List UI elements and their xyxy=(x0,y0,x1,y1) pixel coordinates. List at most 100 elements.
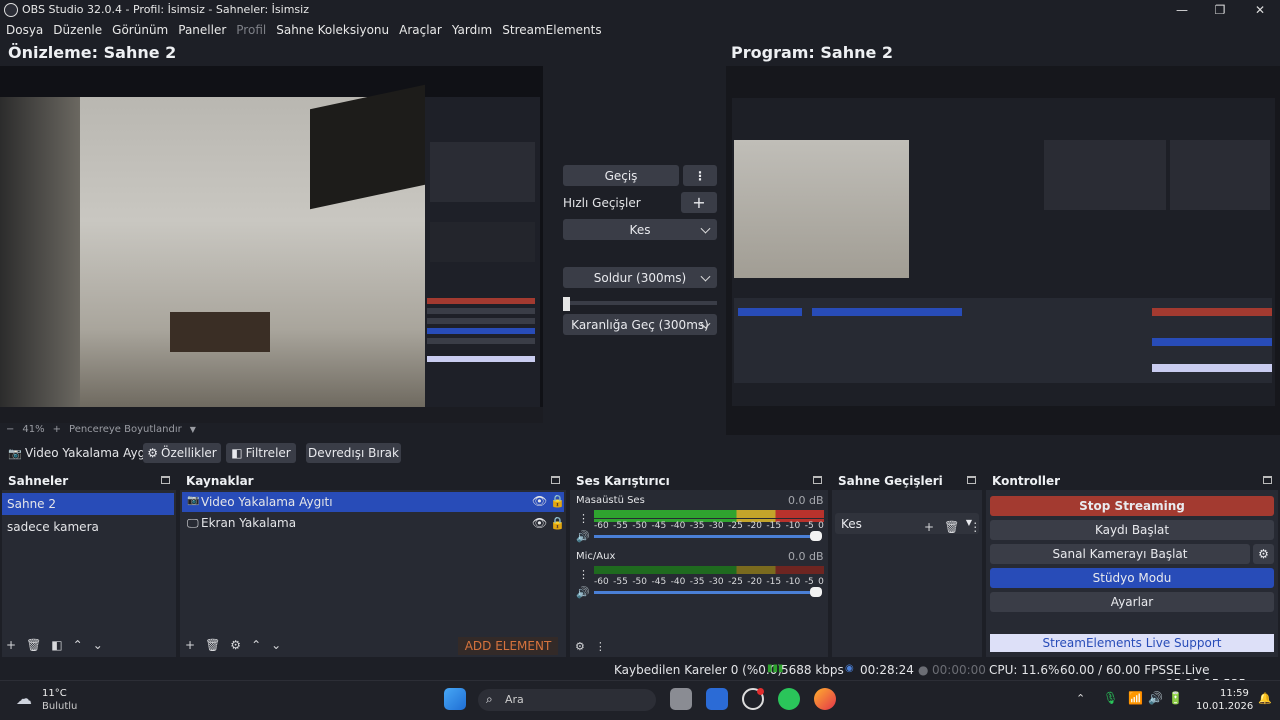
add-source-icon[interactable]: + xyxy=(185,638,195,652)
menu-edit[interactable]: Düzenle xyxy=(53,20,102,40)
clock-time[interactable]: 11:59 xyxy=(1220,688,1249,699)
popout-icon[interactable] xyxy=(813,476,822,484)
scene-item[interactable]: Sahne 2 xyxy=(2,493,174,515)
status-bar: Kaybedilen Kareler 0 (%0.0) ▮▮▮ 5688 kbp… xyxy=(0,660,1280,691)
properties-button[interactable]: ⚙ Özellikler xyxy=(143,443,221,463)
transition-menu-button[interactable]: ⋮ xyxy=(683,165,717,186)
menu-file[interactable]: Dosya xyxy=(6,20,43,40)
windows-start-icon[interactable] xyxy=(444,688,466,710)
volume-icon[interactable]: 🔊 xyxy=(1148,691,1163,705)
lock-icon[interactable]: 🔒 xyxy=(550,516,565,530)
lock-icon[interactable]: 🔒 xyxy=(550,494,565,508)
start-recording-button[interactable]: Kaydı Başlat xyxy=(990,520,1274,540)
add-quick-transition-button[interactable]: + xyxy=(681,192,717,213)
popout-icon[interactable] xyxy=(1263,476,1272,484)
gear-icon[interactable]: ⚙ xyxy=(230,638,241,652)
wifi-icon[interactable]: 📶 xyxy=(1128,691,1143,705)
gear-icon[interactable]: ⚙ xyxy=(1253,544,1274,564)
visibility-eye-icon[interactable]: 👁 xyxy=(532,494,547,508)
transitions-dock-title: Sahne Geçişleri xyxy=(832,472,982,490)
add-element-button[interactable]: ADD ELEMENT xyxy=(458,637,558,655)
tbar-handle[interactable] xyxy=(563,297,570,311)
search-box[interactable]: ⌕ Ara xyxy=(478,689,656,711)
scene-item[interactable]: sadece kamera xyxy=(2,516,174,538)
visibility-eye-icon[interactable]: 👁 xyxy=(532,516,547,530)
volume-slider[interactable] xyxy=(594,591,820,594)
menu-streamelements[interactable]: StreamElements xyxy=(502,20,601,40)
move-up-icon[interactable]: ⌃ xyxy=(251,638,261,652)
advanced-audio-icon[interactable]: ⚙ xyxy=(575,640,585,653)
remove-source-icon[interactable]: 🗑 xyxy=(205,638,220,652)
notification-icon[interactable]: 🔔 xyxy=(1258,692,1272,705)
cpu-usage: CPU: 11.6% xyxy=(989,663,1060,677)
menu-docks[interactable]: Paneller xyxy=(178,20,226,40)
deactivate-button[interactable]: Devredışı Bırak xyxy=(306,443,401,463)
tbar-slider[interactable] xyxy=(563,301,717,305)
search-icon: ⌕ xyxy=(486,692,493,706)
stop-streaming-button[interactable]: Stop Streaming xyxy=(990,496,1274,516)
virtual-camera-button[interactable]: Sanal Kamerayı Başlat xyxy=(990,544,1250,564)
whatsapp-icon[interactable] xyxy=(778,688,800,710)
move-down-icon[interactable]: ⌄ xyxy=(93,638,103,652)
camera-icon: 📷 xyxy=(187,495,200,506)
maximize-icon[interactable]: ❐ xyxy=(1200,0,1240,20)
speaker-icon[interactable]: 🔊 xyxy=(576,530,590,543)
mixer-menu-icon[interactable]: ⋮ xyxy=(595,640,606,653)
remove-scene-icon[interactable]: 🗑 xyxy=(26,638,41,652)
add-transition-icon[interactable]: + xyxy=(924,520,934,534)
preview-canvas[interactable] xyxy=(0,66,543,423)
speaker-icon[interactable]: 🔊 xyxy=(576,586,590,599)
record-time: 00:00:00 xyxy=(932,663,986,677)
studio-mode-button[interactable]: Stüdyo Modu xyxy=(990,568,1274,588)
chevron-down-icon[interactable]: ▼ xyxy=(190,425,196,434)
scenes-dock: Sahneler Sahne 2 sadece kamera + 🗑 ◧ ⌃ ⌄ xyxy=(2,472,176,657)
menu-tools[interactable]: Araçlar xyxy=(399,20,442,40)
menu-view[interactable]: Görünüm xyxy=(112,20,168,40)
firefox-icon[interactable] xyxy=(814,688,836,710)
move-down-icon[interactable]: ⌄ xyxy=(271,638,281,652)
preview-zoom-bar: − 41% + Pencereye Boyutlandır ▼ xyxy=(6,424,196,435)
popout-icon[interactable] xyxy=(161,476,170,484)
filters-button[interactable]: ◧ Filtreler xyxy=(226,443,296,463)
close-icon[interactable]: ✕ xyxy=(1240,0,1280,20)
quick-transition-cut[interactable]: Kes xyxy=(563,219,717,240)
add-scene-icon[interactable]: + xyxy=(6,638,16,652)
scene-filter-icon[interactable]: ◧ xyxy=(51,638,62,652)
support-button[interactable]: StreamElements Live Support xyxy=(990,634,1274,652)
zoom-level: 41% xyxy=(22,424,45,435)
settings-button[interactable]: Ayarlar xyxy=(990,592,1274,612)
minimize-icon[interactable]: — xyxy=(1162,0,1202,20)
volume-handle[interactable] xyxy=(810,531,822,541)
zoom-out-button[interactable]: − xyxy=(6,424,14,435)
sources-dock: Kaynaklar 📷 Video Yakalama Aygıtı 👁 🔒 🖵 … xyxy=(180,472,566,657)
menu-profile[interactable]: Profil xyxy=(236,20,266,40)
chevron-up-icon[interactable]: ⌃ xyxy=(1076,692,1085,705)
volume-slider[interactable] xyxy=(594,535,820,538)
popout-icon[interactable] xyxy=(551,476,560,484)
menu-help[interactable]: Yardım xyxy=(452,20,492,40)
popout-icon[interactable] xyxy=(967,476,976,484)
scenes-toolbar: + 🗑 ◧ ⌃ ⌄ xyxy=(6,638,103,652)
quick-transition-fade-to-black[interactable]: Karanlığa Geç (300ms) xyxy=(563,314,717,335)
source-item[interactable]: 🖵 Ekran Yakalama 👁 🔒 xyxy=(182,514,565,534)
volume-handle[interactable] xyxy=(810,587,822,597)
cloud-icon: ☁ xyxy=(16,689,32,708)
scenes-dock-title: Sahneler xyxy=(2,472,176,490)
mixer-channel-db: 0.0 dB xyxy=(788,550,824,563)
remove-transition-icon[interactable]: 🗑 xyxy=(944,520,959,534)
transition-menu-icon[interactable]: ⋮ xyxy=(969,520,981,534)
outlook-icon[interactable] xyxy=(706,688,728,710)
transition-button[interactable]: Geçiş xyxy=(563,165,679,186)
clock-date[interactable]: 10.01.2026 xyxy=(1196,701,1253,712)
move-up-icon[interactable]: ⌃ xyxy=(73,638,83,652)
quick-transition-fade[interactable]: Soldur (300ms) xyxy=(563,267,717,288)
zoom-in-button[interactable]: + xyxy=(53,424,61,435)
battery-icon[interactable]: 🔋 xyxy=(1168,691,1183,705)
mixer-menu-icon[interactable]: ⋮ xyxy=(578,568,589,581)
menu-scene-collection[interactable]: Sahne Koleksiyonu xyxy=(276,20,389,40)
stream-time: 00:28:24 xyxy=(860,663,914,677)
fit-mode-select[interactable]: Pencereye Boyutlandır xyxy=(69,424,182,435)
source-item[interactable]: 📷 Video Yakalama Aygıtı 👁 🔒 xyxy=(182,492,565,512)
mixer-menu-icon[interactable]: ⋮ xyxy=(578,512,589,525)
task-view-icon[interactable] xyxy=(670,688,692,710)
